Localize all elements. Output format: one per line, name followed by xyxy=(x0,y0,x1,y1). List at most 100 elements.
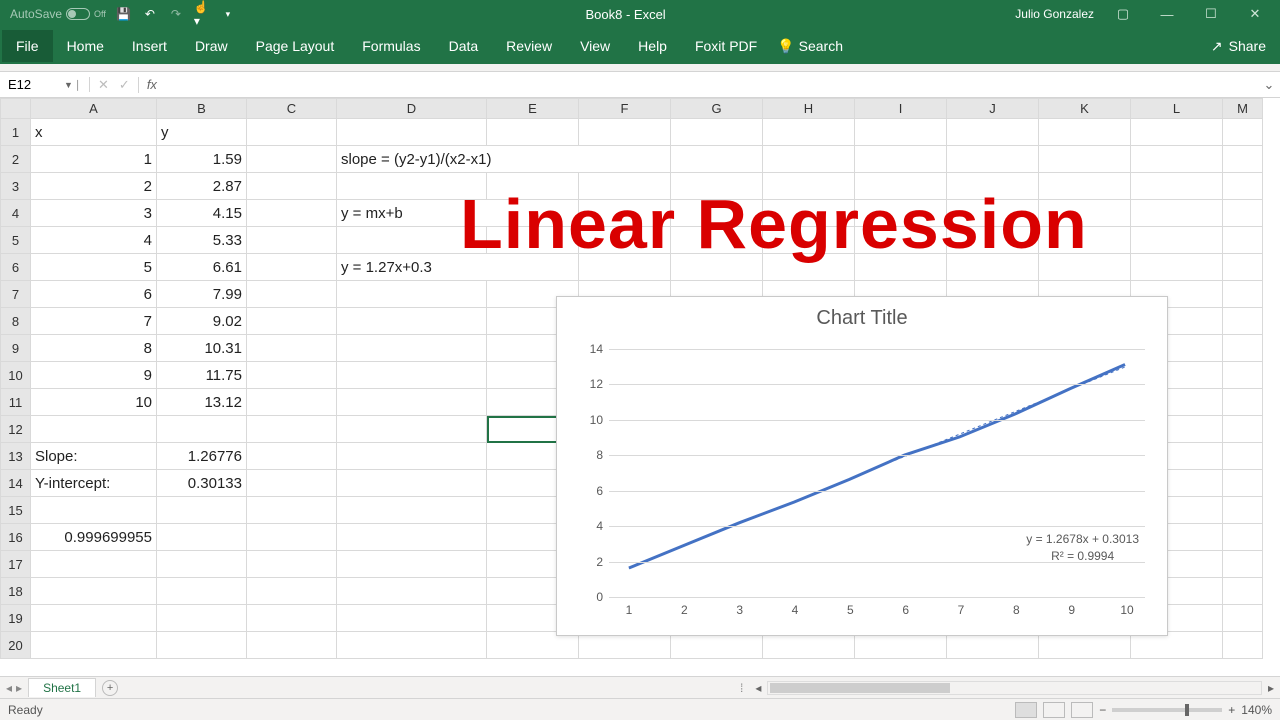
cell-E3[interactable] xyxy=(487,173,579,200)
cell-L6[interactable] xyxy=(1131,254,1223,281)
cell-D5[interactable] xyxy=(337,227,487,254)
cell-K1[interactable] xyxy=(1039,119,1131,146)
close-icon[interactable]: ✕ xyxy=(1240,6,1270,22)
cell-B14[interactable]: 0.30133 xyxy=(157,470,247,497)
tab-insert[interactable]: Insert xyxy=(118,30,181,62)
cell-J3[interactable] xyxy=(947,173,1039,200)
cell-F5[interactable] xyxy=(579,227,671,254)
cell-C17[interactable] xyxy=(247,551,337,578)
cell-D7[interactable] xyxy=(337,281,487,308)
cell-G1[interactable] xyxy=(671,119,763,146)
tab-draw[interactable]: Draw xyxy=(181,30,242,62)
row-header-20[interactable]: 20 xyxy=(1,632,31,659)
cell-A7[interactable]: 6 xyxy=(31,281,157,308)
cell-I5[interactable] xyxy=(855,227,947,254)
cell-H4[interactable] xyxy=(763,200,855,227)
cell-I2[interactable] xyxy=(855,146,947,173)
scroll-thumb[interactable] xyxy=(770,683,950,693)
cell-C3[interactable] xyxy=(247,173,337,200)
cell-I6[interactable] xyxy=(855,254,947,281)
cell-A4[interactable]: 3 xyxy=(31,200,157,227)
col-header-F[interactable]: F xyxy=(579,99,671,119)
cell-M1[interactable] xyxy=(1223,119,1263,146)
cell-L4[interactable] xyxy=(1131,200,1223,227)
cell-A5[interactable]: 4 xyxy=(31,227,157,254)
sheet-tab[interactable]: Sheet1 xyxy=(28,678,96,697)
col-header-K[interactable]: K xyxy=(1039,99,1131,119)
cell-L2[interactable] xyxy=(1131,146,1223,173)
cell-B18[interactable] xyxy=(157,578,247,605)
tab-scroll-left-icon[interactable]: ◂ xyxy=(6,681,12,695)
embedded-chart[interactable]: Chart Title 0246810121412345678910 y = 1… xyxy=(556,296,1168,636)
cell-J1[interactable] xyxy=(947,119,1039,146)
tab-review[interactable]: Review xyxy=(492,30,566,62)
cell-A14[interactable]: Y-intercept: xyxy=(31,470,157,497)
cell-A8[interactable]: 7 xyxy=(31,308,157,335)
row-header-18[interactable]: 18 xyxy=(1,578,31,605)
cell-B5[interactable]: 5.33 xyxy=(157,227,247,254)
cell-B4[interactable]: 4.15 xyxy=(157,200,247,227)
row-header-3[interactable]: 3 xyxy=(1,173,31,200)
cell-J5[interactable] xyxy=(947,227,1039,254)
col-header-H[interactable]: H xyxy=(763,99,855,119)
row-header-13[interactable]: 13 xyxy=(1,443,31,470)
cell-M6[interactable] xyxy=(1223,254,1263,281)
cell-D19[interactable] xyxy=(337,605,487,632)
cell-M5[interactable] xyxy=(1223,227,1263,254)
cell-A3[interactable]: 2 xyxy=(31,173,157,200)
cell-C16[interactable] xyxy=(247,524,337,551)
scroll-right-icon[interactable]: ▸ xyxy=(1262,681,1280,695)
cell-D8[interactable] xyxy=(337,308,487,335)
cell-M14[interactable] xyxy=(1223,470,1263,497)
cell-K5[interactable] xyxy=(1039,227,1131,254)
cell-G5[interactable] xyxy=(671,227,763,254)
cell-D11[interactable] xyxy=(337,389,487,416)
view-page-break-icon[interactable] xyxy=(1071,702,1093,718)
cell-D13[interactable] xyxy=(337,443,487,470)
cell-A2[interactable]: 1 xyxy=(31,146,157,173)
cell-D17[interactable] xyxy=(337,551,487,578)
cell-C11[interactable] xyxy=(247,389,337,416)
undo-icon[interactable]: ↶ xyxy=(142,6,158,22)
fx-label[interactable]: fx xyxy=(139,77,165,92)
cell-B20[interactable] xyxy=(157,632,247,659)
row-header-7[interactable]: 7 xyxy=(1,281,31,308)
row-header-5[interactable]: 5 xyxy=(1,227,31,254)
cell-A9[interactable]: 8 xyxy=(31,335,157,362)
cell-F6[interactable] xyxy=(579,254,671,281)
cell-M18[interactable] xyxy=(1223,578,1263,605)
row-header-2[interactable]: 2 xyxy=(1,146,31,173)
horizontal-scrollbar[interactable]: ⁞ ◂ ▸ xyxy=(740,681,1280,695)
maximize-icon[interactable]: ☐ xyxy=(1196,6,1226,22)
cell-G6[interactable] xyxy=(671,254,763,281)
add-sheet-button[interactable]: + xyxy=(102,680,118,696)
cell-E1[interactable] xyxy=(487,119,579,146)
cell-M13[interactable] xyxy=(1223,443,1263,470)
cell-B1[interactable]: y xyxy=(157,119,247,146)
col-header-C[interactable]: C xyxy=(247,99,337,119)
cell-M20[interactable] xyxy=(1223,632,1263,659)
cell-B10[interactable]: 11.75 xyxy=(157,362,247,389)
cell-A18[interactable] xyxy=(31,578,157,605)
tab-home[interactable]: Home xyxy=(53,30,118,62)
cell-M10[interactable] xyxy=(1223,362,1263,389)
cell-B12[interactable] xyxy=(157,416,247,443)
cell-B3[interactable]: 2.87 xyxy=(157,173,247,200)
cell-I1[interactable] xyxy=(855,119,947,146)
cell-C7[interactable] xyxy=(247,281,337,308)
cell-C9[interactable] xyxy=(247,335,337,362)
cell-L5[interactable] xyxy=(1131,227,1223,254)
tab-formulas[interactable]: Formulas xyxy=(348,30,434,62)
cell-M16[interactable] xyxy=(1223,524,1263,551)
name-box[interactable]: E12 ▼ │ xyxy=(0,77,90,92)
redo-icon[interactable]: ↷ xyxy=(168,6,184,22)
cell-C14[interactable] xyxy=(247,470,337,497)
col-header-B[interactable]: B xyxy=(157,99,247,119)
cell-A12[interactable] xyxy=(31,416,157,443)
zoom-out-icon[interactable]: − xyxy=(1099,703,1106,717)
cell-C5[interactable] xyxy=(247,227,337,254)
enter-icon[interactable]: ✓ xyxy=(119,77,130,93)
cell-M17[interactable] xyxy=(1223,551,1263,578)
share-button[interactable]: Share xyxy=(1229,38,1266,54)
col-header-M[interactable]: M xyxy=(1223,99,1263,119)
